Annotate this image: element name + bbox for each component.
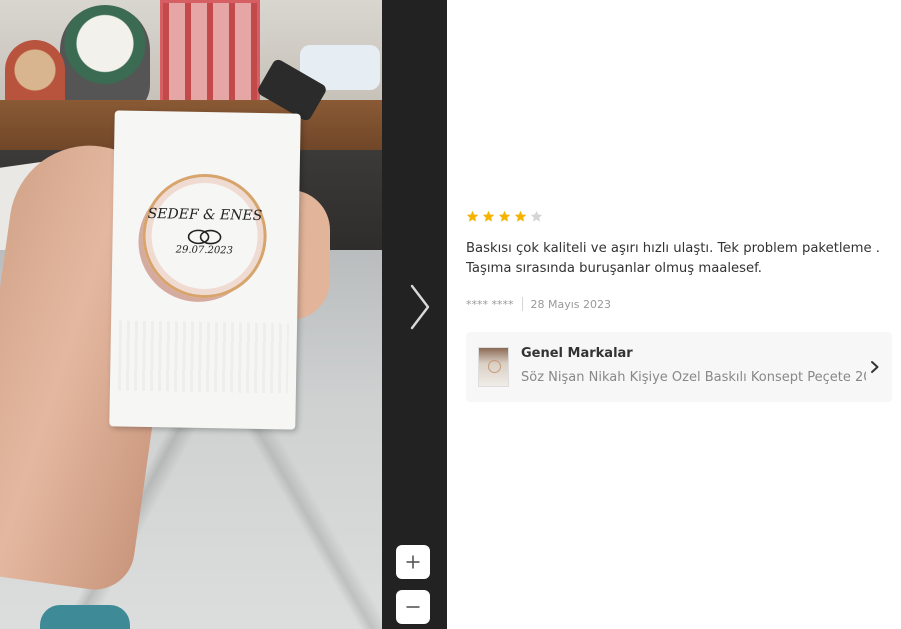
star-filled-icon (514, 210, 527, 222)
napkin-date: 29.07.2023 (175, 244, 234, 257)
photo-lantern (160, 0, 260, 110)
photo-sleeve (40, 605, 130, 629)
product-card[interactable]: Genel Markalar Söz Nişan Nikah Kişiye Öz… (466, 332, 892, 402)
zoom-in-button[interactable] (396, 545, 430, 579)
review-photo: SEDEF & ENES 29.07.2023 (0, 0, 382, 629)
rating-stars (466, 210, 543, 223)
napkin-wreath-print: SEDEF & ENES 29.07.2023 (141, 172, 268, 300)
review-date: 28 Mayıs 2023 (530, 297, 612, 311)
meta-divider (521, 297, 523, 311)
star-filled-icon (498, 210, 511, 222)
minus-icon (406, 606, 420, 608)
napkin-embossing (117, 320, 290, 394)
product-brand: Genel Markalar (521, 346, 633, 361)
photo-plush-toy (60, 5, 150, 115)
product-thumbnail (478, 347, 509, 387)
rings-icon (187, 229, 222, 245)
product-name: Söz Nişan Nikah Kişiye Özel Baskılı Kons… (521, 370, 866, 385)
review-author: **** **** (466, 297, 514, 311)
plus-icon (406, 555, 420, 569)
chevron-right-icon[interactable] (404, 282, 434, 332)
review-meta: **** **** 28 Mayıs 2023 (466, 297, 611, 311)
star-empty-icon (530, 210, 543, 222)
review-text: Baskısı çok kaliteli ve aşırı hızlı ulaş… (466, 241, 880, 276)
zoom-out-button[interactable] (396, 590, 430, 624)
star-filled-icon (482, 210, 495, 222)
star-filled-icon (466, 210, 479, 222)
napkin-names: SEDEF & ENES (147, 205, 263, 224)
photo-napkin: SEDEF & ENES 29.07.2023 (109, 110, 301, 430)
chevron-right-icon (871, 361, 879, 373)
